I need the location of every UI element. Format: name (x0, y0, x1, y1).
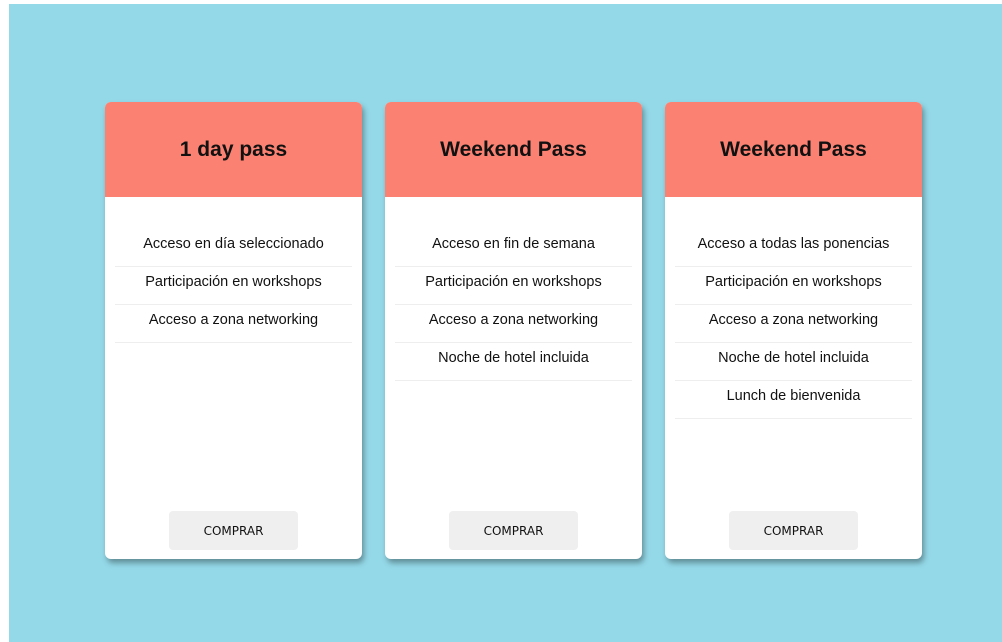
buy-button[interactable]: COMPRAR (729, 511, 858, 550)
feature-item: Acceso a zona networking (115, 305, 352, 343)
buy-button[interactable]: COMPRAR (169, 511, 298, 550)
card-header: Weekend Pass (385, 102, 642, 197)
card-header: Weekend Pass (665, 102, 922, 197)
card-title: 1 day pass (179, 137, 288, 161)
feature-item: Participación en workshops (395, 267, 632, 305)
feature-item: Acceso a todas las ponencias (675, 229, 912, 267)
feature-item: Acceso en fin de semana (395, 229, 632, 267)
feature-list: Acceso a todas las ponencias Participaci… (665, 197, 922, 419)
feature-item: Noche de hotel incluida (395, 343, 632, 381)
pricing-card-weekend-pass-full: Weekend Pass Acceso a todas las ponencia… (665, 102, 922, 559)
pricing-section: 1 day pass Acceso en día seleccionado Pa… (9, 4, 1002, 642)
card-title: Weekend Pass (720, 137, 867, 161)
feature-item: Acceso a zona networking (395, 305, 632, 343)
feature-item: Noche de hotel incluida (675, 343, 912, 381)
feature-item: Lunch de bienvenida (675, 381, 912, 419)
pricing-card-weekend-pass: Weekend Pass Acceso en fin de semana Par… (385, 102, 642, 559)
feature-item: Acceso en día seleccionado (115, 229, 352, 267)
feature-list: Acceso en día seleccionado Participación… (105, 197, 362, 343)
feature-item: Participación en workshops (115, 267, 352, 305)
card-header: 1 day pass (105, 102, 362, 197)
buy-button[interactable]: COMPRAR (449, 511, 578, 550)
feature-item: Participación en workshops (675, 267, 912, 305)
feature-item: Acceso a zona networking (675, 305, 912, 343)
card-title: Weekend Pass (440, 137, 587, 161)
feature-list: Acceso en fin de semana Participación en… (385, 197, 642, 381)
pricing-card-1-day-pass: 1 day pass Acceso en día seleccionado Pa… (105, 102, 362, 559)
